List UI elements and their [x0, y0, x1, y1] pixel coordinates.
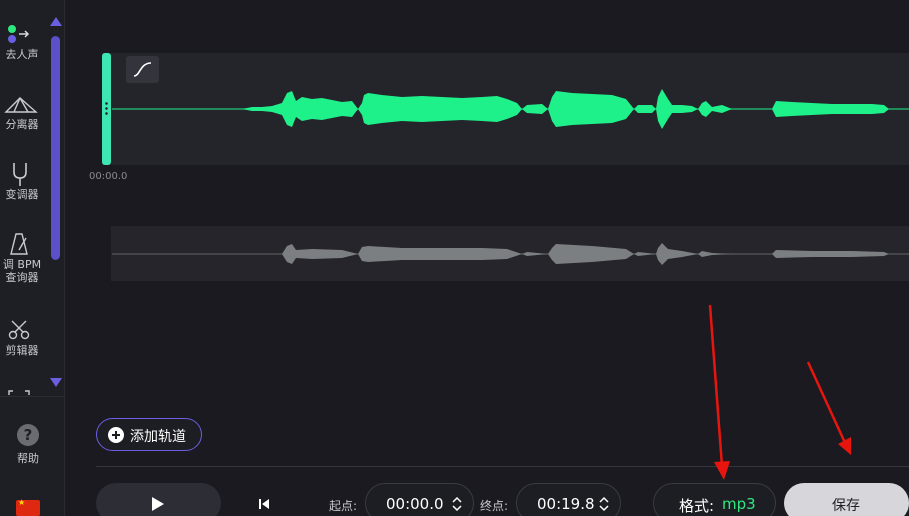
- tool-label: 剪辑器: [5, 344, 39, 357]
- start-time-field[interactable]: 00:00.0: [365, 483, 474, 516]
- vocal-remover-icon: [0, 22, 44, 48]
- format-label: 格式:: [679, 497, 715, 515]
- tool-label: 分离器: [5, 118, 39, 131]
- tuning-fork-icon: [0, 162, 44, 188]
- sidebar: 去人声 分离器 变调器 调 BPM 查询器 剪辑器 ? 帮助 ★: [0, 0, 65, 516]
- help-icon: ?: [17, 424, 39, 446]
- track-left-trim-handle[interactable]: [102, 53, 111, 165]
- tool-bpm-finder[interactable]: 调 BPM 查询器: [0, 232, 44, 284]
- tool-pitch-changer[interactable]: 变调器: [0, 162, 44, 201]
- tool-vocal-remover[interactable]: 去人声: [0, 22, 44, 61]
- skip-back-icon: [259, 499, 269, 509]
- tool-label: 查询器: [5, 271, 39, 284]
- scroll-down-arrow-icon[interactable]: [50, 378, 62, 387]
- end-time-label: 终点:: [480, 499, 509, 513]
- save-button[interactable]: 保存: [784, 483, 909, 516]
- tool-editor[interactable]: 剪辑器: [0, 318, 44, 357]
- tool-more[interactable]: [0, 384, 44, 410]
- start-time-value: 00:00.0: [386, 495, 444, 513]
- help-label: 帮助: [17, 452, 39, 465]
- tool-label: 变调器: [5, 188, 39, 201]
- scroll-up-arrow-icon[interactable]: [50, 17, 62, 26]
- plus-icon: [108, 427, 124, 443]
- skip-to-start-button[interactable]: [257, 496, 271, 510]
- controls-divider: [96, 466, 909, 467]
- metronome-icon: [0, 232, 44, 258]
- play-icon: [152, 497, 164, 511]
- fade-curve-icon: [133, 62, 152, 77]
- timeline-start-time: 00:00.0: [89, 171, 128, 182]
- tool-label: 去人声: [5, 48, 39, 61]
- start-time-label: 起点:: [329, 499, 358, 513]
- waveform-active: [112, 89, 909, 129]
- stepper-icon[interactable]: [451, 495, 463, 513]
- waveform-preview: [112, 243, 909, 265]
- stepper-icon[interactable]: [598, 495, 610, 513]
- splitter-icon: [0, 92, 44, 118]
- language-flag-icon[interactable]: [16, 498, 40, 516]
- format-selector[interactable]: 格式: mp3: [653, 483, 776, 516]
- scissors-icon: [0, 318, 44, 344]
- sidebar-divider: [0, 396, 65, 397]
- play-button[interactable]: [96, 483, 221, 516]
- fade-curve-button[interactable]: [126, 56, 159, 83]
- help-button[interactable]: ? 帮助: [8, 424, 48, 466]
- add-track-label: 添加轨道: [130, 429, 186, 445]
- end-time-value: 00:19.8: [537, 495, 595, 513]
- expand-icon: [0, 384, 44, 410]
- tool-splitter[interactable]: 分离器: [0, 92, 44, 131]
- save-label: 保存: [832, 498, 860, 514]
- add-track-button[interactable]: 添加轨道: [96, 418, 202, 451]
- end-time-field[interactable]: 00:19.8: [516, 483, 621, 516]
- sidebar-scroll-thumb[interactable]: [51, 36, 60, 260]
- tool-label: 调 BPM: [2, 258, 42, 271]
- format-value: mp3: [722, 495, 756, 513]
